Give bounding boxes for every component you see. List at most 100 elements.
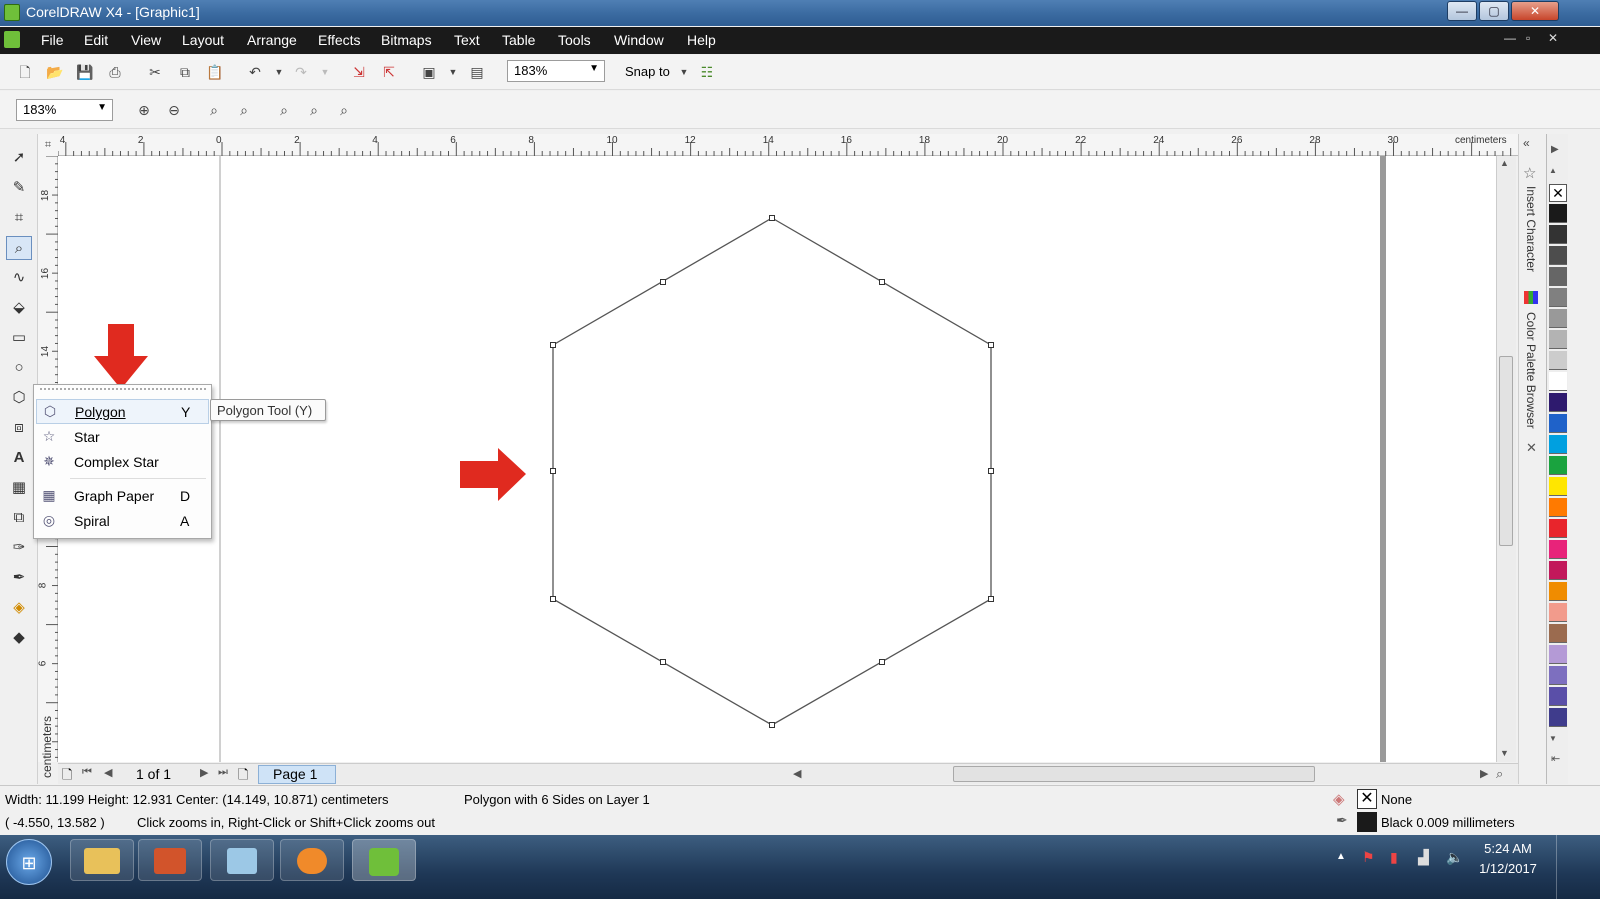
new-document-icon[interactable]: 🗋 — [16, 63, 34, 81]
fill-tool-icon[interactable]: ◈ — [6, 596, 32, 620]
color-swatch[interactable] — [1549, 435, 1567, 454]
minimize-button[interactable]: — — [1447, 1, 1477, 21]
crop-tool-icon[interactable]: ⌗ — [6, 206, 32, 230]
menu-help[interactable]: Help — [687, 32, 716, 48]
zoom-to-page-icon[interactable]: ⌕ — [275, 101, 293, 119]
start-button[interactable]: ⊞ — [6, 839, 52, 885]
fill-bucket-icon[interactable]: ◈ — [1333, 790, 1345, 808]
prev-page-icon[interactable]: ◀ — [104, 766, 112, 779]
color-swatch[interactable] — [1549, 246, 1567, 265]
color-swatch[interactable] — [1549, 603, 1567, 622]
color-swatch[interactable] — [1549, 477, 1567, 496]
color-swatch[interactable] — [1549, 561, 1567, 580]
menu-text[interactable]: Text — [454, 32, 480, 48]
flyout-item-spiral[interactable]: ◎ Spiral A — [36, 509, 209, 534]
property-zoom-dropdown[interactable]: 183% ▼ — [16, 99, 113, 121]
close-button[interactable]: ✕ — [1511, 1, 1559, 21]
eyedropper-tool-icon[interactable]: ✑ — [6, 536, 32, 560]
menu-layout[interactable]: Layout — [182, 32, 224, 48]
open-icon[interactable]: 📂 — [46, 63, 64, 81]
scroll-right-icon[interactable]: ▶ — [1480, 767, 1488, 780]
color-swatch[interactable] — [1549, 372, 1567, 391]
taskbar-app-3[interactable] — [210, 839, 274, 881]
color-swatch[interactable] — [1549, 456, 1567, 475]
undo-icon[interactable]: ↶ — [246, 63, 264, 81]
table-tool-icon[interactable]: ▦ — [6, 476, 32, 500]
next-page-icon[interactable]: ▶ — [200, 766, 208, 779]
welcome-screen-icon[interactable]: ▤ — [468, 63, 486, 81]
color-swatch[interactable] — [1549, 498, 1567, 517]
flyout-grip[interactable] — [40, 388, 206, 392]
menu-file[interactable]: File — [41, 32, 64, 48]
docker-tab-insert-character[interactable]: Insert Character — [1524, 186, 1538, 272]
outline-pen-icon[interactable]: ✒ — [1336, 812, 1348, 829]
last-page-icon[interactable]: ⏭ — [218, 766, 228, 779]
page-tab-1[interactable]: Page 1 — [258, 765, 336, 784]
maximize-button[interactable]: ▢ — [1479, 1, 1509, 21]
menu-arrange[interactable]: Arrange — [247, 32, 297, 48]
paste-icon[interactable]: 📋 — [206, 63, 224, 81]
zoom-to-all-objects-icon[interactable]: ⌕ — [235, 101, 253, 119]
menu-window[interactable]: Window — [614, 32, 664, 48]
doc-minimize-icon[interactable]: — — [1504, 31, 1516, 45]
taskbar-media-player[interactable] — [280, 839, 344, 881]
pick-tool-icon[interactable]: ➚ — [6, 146, 32, 170]
close-docker-icon[interactable]: ✕ — [1526, 440, 1537, 456]
undo-dropdown-icon[interactable]: ▼ — [270, 63, 288, 81]
cut-icon[interactable]: ✂ — [146, 63, 164, 81]
outline-color-swatch[interactable] — [1357, 812, 1377, 832]
palette-scroll-up-icon[interactable]: ▲ — [1549, 166, 1557, 175]
redo-icon[interactable]: ↷ — [292, 63, 310, 81]
print-icon[interactable]: ⎙ — [106, 63, 124, 81]
polygon-nodes[interactable] — [550, 215, 994, 728]
fill-none-swatch[interactable]: ✕ — [1357, 789, 1377, 809]
scroll-up-icon[interactable]: ▲ — [1500, 158, 1509, 168]
vertical-scroll-thumb[interactable] — [1499, 356, 1513, 546]
zoom-out-icon[interactable]: ⊖ — [165, 101, 183, 119]
first-page-icon[interactable]: ⏮ — [82, 766, 92, 779]
menu-tools[interactable]: Tools — [558, 32, 591, 48]
hexagon-polygon[interactable] — [552, 217, 992, 726]
application-launcher-icon[interactable]: ▣ — [420, 63, 438, 81]
zoom-level-dropdown[interactable]: 183% ▼ — [507, 60, 605, 82]
palette-scroll-down-icon[interactable]: ▼ — [1549, 734, 1557, 743]
interactive-fill-tool-icon[interactable]: ◆ — [6, 626, 32, 650]
color-swatch[interactable] — [1549, 330, 1567, 349]
text-tool-icon[interactable]: A — [6, 446, 32, 470]
zoom-navigator-icon[interactable]: ⌕ — [1496, 766, 1503, 782]
zoom-in-icon[interactable]: ⊕ — [135, 101, 153, 119]
docker-tab-color-palette-browser[interactable]: Color Palette Browser — [1524, 312, 1538, 429]
color-swatch[interactable] — [1549, 288, 1567, 307]
snap-dropdown-icon[interactable]: ▼ — [675, 63, 693, 81]
color-swatch[interactable] — [1549, 645, 1567, 664]
export-icon[interactable]: ⇱ — [380, 63, 398, 81]
redo-dropdown-icon[interactable]: ▼ — [316, 63, 334, 81]
color-swatch[interactable] — [1549, 519, 1567, 538]
network-icon[interactable]: ▟ — [1418, 849, 1429, 866]
action-center-icon[interactable]: ⚑ — [1362, 849, 1375, 866]
document-icon[interactable] — [4, 31, 20, 48]
power-icon[interactable]: ▮ — [1390, 849, 1398, 866]
flyout-item-star[interactable]: ☆ Star — [36, 425, 209, 450]
copy-icon[interactable]: ⧉ — [176, 63, 194, 81]
ellipse-tool-icon[interactable]: ○ — [6, 356, 32, 380]
clock-time[interactable]: 5:24 AM — [1466, 841, 1550, 856]
palette-expand-icon[interactable]: ⇤ — [1551, 752, 1560, 765]
color-palette-browser-icon[interactable] — [1524, 291, 1538, 304]
clock-date[interactable]: 1/12/2017 — [1466, 861, 1550, 876]
zoom-to-selected-icon[interactable]: ⌕ — [205, 101, 223, 119]
polygon-tool-icon[interactable]: ⬡ — [6, 386, 32, 410]
color-swatch[interactable] — [1549, 393, 1567, 412]
smart-fill-tool-icon[interactable]: ⬙ — [6, 296, 32, 320]
collapse-dockers-icon[interactable]: « — [1523, 136, 1530, 150]
doc-restore-icon[interactable]: ▫ — [1526, 31, 1530, 45]
doc-close-icon[interactable]: ✕ — [1548, 31, 1558, 45]
flyout-item-complex-star[interactable]: ✵ Complex Star — [36, 450, 209, 475]
scroll-down-icon[interactable]: ▼ — [1500, 748, 1509, 758]
insert-character-icon[interactable]: ☆ — [1523, 164, 1536, 182]
menu-bitmaps[interactable]: Bitmaps — [381, 32, 432, 48]
menu-table[interactable]: Table — [502, 32, 535, 48]
vertical-scrollbar[interactable]: ▲ ▼ — [1496, 156, 1516, 762]
menu-view[interactable]: View — [131, 32, 161, 48]
palette-menu-icon[interactable]: ▶ — [1551, 144, 1559, 155]
